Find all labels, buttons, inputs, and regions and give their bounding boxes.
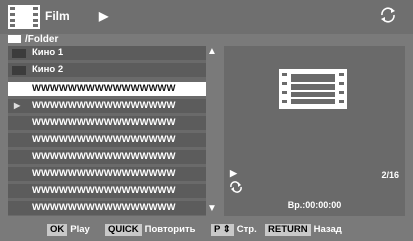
quick-key[interactable]: QUICK — [105, 224, 142, 236]
list-item-label: Кино 1 — [32, 47, 64, 58]
list-item-file[interactable]: ▶ WWWWWWWWWWWWWWWW — [8, 99, 206, 113]
list-item-label: WWWWWWWWWWWWWWWW — [32, 117, 176, 128]
playback-info-panel: ▶ 2/16 Вр.:00:00:00 — [224, 164, 405, 216]
hint-return[interactable]: RETURN Назад — [265, 224, 342, 236]
preview-panel — [224, 46, 405, 164]
list-item-label: WWWWWWWWWWWWWWWW — [32, 134, 176, 145]
page-title: Film — [45, 9, 70, 23]
film-thumbnail-icon — [279, 69, 347, 109]
list-item-folder[interactable]: Кино 1 — [8, 46, 206, 60]
list-item-label: Кино 2 — [32, 64, 64, 75]
list-item-file[interactable]: WWWWWWWWWWWWWWWW — [8, 167, 206, 181]
list-item-file[interactable]: WWWWWWWWWWWWWWWW — [8, 133, 206, 147]
hint-ok[interactable]: OK Play — [47, 224, 90, 236]
repeat-mode-icon — [230, 181, 242, 193]
list-scrollbar[interactable]: ▲ ▼ — [206, 46, 218, 216]
play-status-icon: ▶ — [99, 9, 109, 23]
key-hints-bar: OK Play QUICK Повторить P ⇕ Стр. RETURN Наза… — [0, 218, 413, 241]
list-item-label: WWWWWWWWWWWWWWWW — [32, 83, 176, 94]
file-list: Кино 1 Кино 2 WWWWWWWWWWWWWWWW ▶ WWWWWWW… — [8, 46, 206, 216]
folder-icon — [8, 35, 21, 43]
ok-label: Play — [70, 224, 90, 235]
list-item-file-selected[interactable]: WWWWWWWWWWWWWWWW — [8, 82, 206, 96]
quick-label: Повторить — [144, 224, 196, 235]
folder-icon — [12, 66, 26, 75]
list-item-file[interactable]: WWWWWWWWWWWWWWWW — [8, 116, 206, 130]
list-item-folder[interactable]: Кино 2 — [8, 63, 206, 77]
elapsed-time: Вр.:00:00:00 — [287, 200, 342, 210]
list-item-label: WWWWWWWWWWWWWWWW — [32, 100, 176, 111]
list-item-file[interactable]: WWWWWWWWWWWWWWWW — [8, 150, 206, 164]
header-bar: Film ▶ — [0, 0, 413, 34]
list-item-file[interactable]: WWWWWWWWWWWWWWWW — [8, 201, 206, 215]
file-counter: 2/16 — [381, 170, 399, 180]
page-key[interactable]: P ⇕ — [211, 224, 234, 236]
play-icon: ▶ — [230, 168, 237, 178]
list-item-file[interactable]: WWWWWWWWWWWWWWWW — [8, 184, 206, 198]
scroll-down-icon[interactable]: ▼ — [207, 203, 217, 214]
scroll-up-icon[interactable]: ▲ — [207, 46, 217, 57]
media-browser-screen: Film ▶ /Folder Кино 1 Кино 2 WWWWWWWWWWW… — [0, 0, 413, 241]
folder-icon — [12, 49, 26, 58]
ok-key[interactable]: OK — [47, 224, 68, 236]
list-item-label: WWWWWWWWWWWWWWWW — [32, 168, 176, 179]
hint-quick[interactable]: QUICK Повторить — [105, 224, 195, 236]
list-item-label: WWWWWWWWWWWWWWWW — [32, 151, 176, 162]
list-item-label: WWWWWWWWWWWWWWWW — [32, 202, 176, 213]
playing-indicator-icon: ▶ — [14, 101, 21, 110]
film-icon — [8, 5, 40, 29]
hint-page[interactable]: P ⇕ Стр. — [211, 224, 257, 236]
repeat-icon — [381, 7, 395, 23]
return-key[interactable]: RETURN — [265, 224, 311, 236]
list-item-label: WWWWWWWWWWWWWWWW — [32, 185, 176, 196]
page-label: Стр. — [236, 224, 257, 235]
breadcrumb-path: /Folder — [25, 34, 59, 45]
return-label: Назад — [313, 224, 342, 235]
